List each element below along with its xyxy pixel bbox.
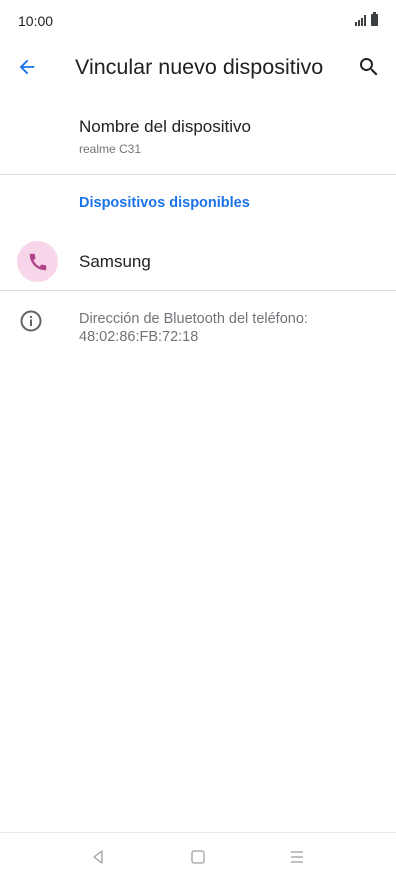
battery-icon (371, 12, 378, 26)
nav-menu-icon (291, 851, 303, 863)
status-time: 10:00 (18, 13, 54, 29)
arrow-back-icon (19, 59, 35, 75)
page-title: Vincular nuevo dispositivo (75, 55, 324, 79)
device-avatar (17, 241, 58, 282)
bluetooth-address-row: Dirección de Bluetooth del teléfono: 48:… (0, 305, 396, 355)
device-row-samsung[interactable]: Samsung (0, 234, 396, 290)
nav-back-button[interactable] (84, 843, 112, 871)
device-name-label: Nombre del dispositivo (79, 117, 251, 136)
divider (0, 290, 396, 291)
search-button[interactable] (354, 52, 384, 82)
nav-back-icon (93, 850, 103, 864)
device-name-value: realme C31 (79, 142, 142, 156)
device-name-row[interactable]: Nombre del dispositivo realme C31 (0, 104, 396, 170)
nav-menu-button[interactable] (283, 843, 311, 871)
app-bar: Vincular nuevo dispositivo (0, 44, 396, 92)
info-icon (20, 310, 42, 332)
nav-home-icon (191, 850, 205, 864)
divider (0, 174, 396, 175)
nav-home-button[interactable] (184, 843, 212, 871)
search-icon (360, 58, 378, 76)
status-icons (355, 12, 378, 26)
back-button[interactable] (12, 52, 42, 82)
status-bar: 10:00 (0, 0, 396, 44)
bluetooth-address-text: Dirección de Bluetooth del teléfono: 48:… (79, 311, 308, 345)
available-devices-header: Dispositivos disponibles (79, 195, 250, 211)
signal-icon (355, 15, 366, 26)
navigation-bar (0, 832, 396, 880)
device-name: Samsung (79, 252, 151, 271)
phone-icon (29, 253, 46, 270)
